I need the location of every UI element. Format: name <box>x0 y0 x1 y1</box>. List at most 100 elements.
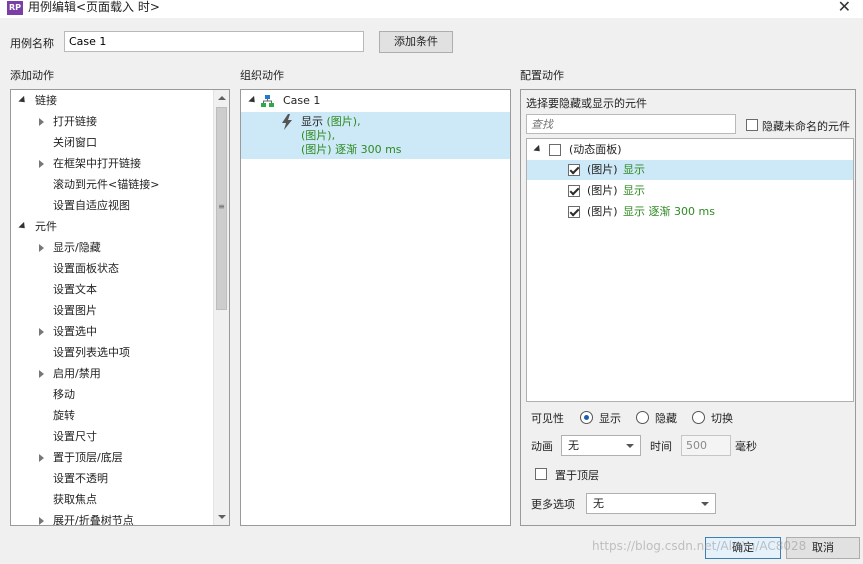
tree-item-label: 在框架中打开链接 <box>53 157 141 170</box>
collapse-triangle-icon[interactable] <box>248 95 258 106</box>
widget-action: 显示 逐渐 300 ms <box>623 205 715 218</box>
more-options-value: 无 <box>593 497 604 510</box>
action-target: (图片), <box>326 115 361 128</box>
dynamic-panel-checkbox[interactable] <box>549 144 561 156</box>
grip-icon: ≡ <box>218 202 225 211</box>
select-widgets-prompt: 选择要隐藏或显示的元件 <box>526 97 647 110</box>
visibility-hide-radio[interactable] <box>636 411 649 424</box>
widget-search-input[interactable] <box>526 114 736 134</box>
dynamic-panel-row[interactable]: (动态面板) <box>527 140 853 160</box>
window-title: 用例编辑<页面载入 时> <box>28 0 160 14</box>
tree-item-label: 设置面板状态 <box>53 262 119 275</box>
collapse-triangle-icon[interactable] <box>18 95 28 106</box>
tree-item[interactable]: 获取焦点 <box>11 490 214 510</box>
tree-item[interactable]: 显示/隐藏 <box>11 238 214 258</box>
expand-triangle-icon[interactable] <box>39 454 44 462</box>
add-condition-button[interactable]: 添加条件 <box>379 31 453 53</box>
tree-group[interactable]: 元件 <box>11 217 214 237</box>
more-options-label: 更多选项 <box>531 498 575 511</box>
tree-item[interactable]: 设置尺寸 <box>11 427 214 447</box>
tree-item-label: 设置自适应视图 <box>53 199 130 212</box>
bring-to-front-checkbox[interactable] <box>535 468 547 480</box>
tree-item-label: 设置文本 <box>53 283 97 296</box>
tree-item[interactable]: 设置面板状态 <box>11 259 214 279</box>
collapse-triangle-icon[interactable] <box>18 221 28 232</box>
more-options-select[interactable]: 无 <box>586 493 716 514</box>
expand-triangle-icon[interactable] <box>39 328 44 336</box>
tree-item-label: 设置图片 <box>53 304 97 317</box>
tree-item[interactable]: 设置列表选中项 <box>11 343 214 363</box>
action-item-selected[interactable]: 显示 (图片), (图片), (图片) 逐渐 300 ms <box>241 112 510 159</box>
title-bar: RP 用例编辑<页面载入 时> ✕ <box>0 0 863 18</box>
tree-item[interactable]: 旋转 <box>11 406 214 426</box>
tree-item[interactable]: 启用/禁用 <box>11 364 214 384</box>
visibility-show-radio[interactable] <box>580 411 593 424</box>
visibility-toggle-radio[interactable] <box>692 411 705 424</box>
case-tree-item[interactable]: Case 1 <box>241 91 510 111</box>
tree-item-label: 设置列表选中项 <box>53 346 130 359</box>
tree-item-label: 关闭窗口 <box>53 136 97 149</box>
tree-group[interactable]: 链接 <box>11 91 214 111</box>
expand-triangle-icon[interactable] <box>39 118 44 126</box>
visibility-show-label: 显示 <box>599 412 621 425</box>
visibility-toggle-label: 切换 <box>711 412 733 425</box>
widget-checkbox[interactable] <box>568 185 580 197</box>
tree-item[interactable]: 置于顶层/底层 <box>11 448 214 468</box>
scroll-down-icon[interactable] <box>218 515 226 519</box>
tree-item-label: 链接 <box>35 94 57 107</box>
scroll-up-icon[interactable] <box>218 96 226 100</box>
tree-item[interactable]: 设置不透明 <box>11 469 214 489</box>
action-target: (图片), <box>301 129 336 142</box>
visibility-label: 可见性 <box>531 412 564 425</box>
expand-triangle-icon[interactable] <box>39 160 44 168</box>
widget-checkbox[interactable] <box>568 206 580 218</box>
widget-checkbox[interactable] <box>568 164 580 176</box>
tree-item[interactable]: 设置选中 <box>11 322 214 342</box>
expand-triangle-icon[interactable] <box>39 370 44 378</box>
widget-name: (图片) <box>587 184 618 197</box>
expand-triangle-icon[interactable] <box>39 244 44 252</box>
tree-item[interactable]: 关闭窗口 <box>11 133 214 153</box>
tree-item[interactable]: 移动 <box>11 385 214 405</box>
collapse-triangle-icon[interactable] <box>533 144 543 155</box>
configure-actions-panel: 选择要隐藏或显示的元件 隐藏未命名的元件 (动态面板) (图片) 显示 (图片)… <box>520 89 856 526</box>
tree-item-label: 滚动到元件<锚链接> <box>53 178 160 191</box>
chevron-down-icon <box>701 502 709 506</box>
widget-name: (图片) <box>587 163 618 176</box>
tree-item[interactable]: 设置图片 <box>11 301 214 321</box>
time-input[interactable] <box>681 435 731 456</box>
widget-row[interactable]: (图片) 显示 逐渐 300 ms <box>527 202 853 222</box>
tree-item-label: 移动 <box>53 388 75 401</box>
add-actions-title: 添加动作 <box>10 69 54 82</box>
hide-unnamed-checkbox[interactable] <box>746 119 758 131</box>
tree-item[interactable]: 在框架中打开链接 <box>11 154 214 174</box>
widget-row[interactable]: (图片) 显示 <box>527 160 853 180</box>
tree-item[interactable]: 设置自适应视图 <box>11 196 214 216</box>
organize-actions-title: 组织动作 <box>240 69 284 82</box>
animation-value: 无 <box>568 439 579 452</box>
tree-item-label: 置于顶层/底层 <box>53 451 123 464</box>
case-flow-icon <box>261 95 274 107</box>
tree-item-label: 启用/禁用 <box>53 367 101 380</box>
expand-triangle-icon[interactable] <box>39 517 44 525</box>
tree-item[interactable]: 设置文本 <box>11 280 214 300</box>
tree-item-label: 展开/折叠树节点 <box>53 514 134 526</box>
add-actions-scrollbar[interactable]: ≡ <box>213 90 229 525</box>
action-line: 显示 (图片), <box>301 115 402 129</box>
tree-item[interactable]: 打开链接 <box>11 112 214 132</box>
tree-item[interactable]: 滚动到元件<锚链接> <box>11 175 214 195</box>
case-label: Case 1 <box>283 94 321 107</box>
tree-item[interactable]: 展开/折叠树节点 <box>11 511 214 526</box>
bring-to-front-label: 置于顶层 <box>555 469 599 482</box>
case-name-input[interactable] <box>64 31 364 52</box>
close-icon[interactable]: ✕ <box>838 0 851 16</box>
scroll-thumb[interactable]: ≡ <box>216 107 227 310</box>
add-actions-panel: 链接打开链接关闭窗口在框架中打开链接滚动到元件<锚链接> 设置自适应视图元件显示/… <box>10 89 230 526</box>
tree-item-label: 元件 <box>35 220 57 233</box>
chevron-down-icon <box>626 444 634 448</box>
widget-action: 显示 <box>623 163 645 176</box>
animation-select[interactable]: 无 <box>561 435 641 456</box>
tree-item-label: 设置尺寸 <box>53 430 97 443</box>
widget-row[interactable]: (图片) 显示 <box>527 181 853 201</box>
tree-item-label: 设置不透明 <box>53 472 108 485</box>
